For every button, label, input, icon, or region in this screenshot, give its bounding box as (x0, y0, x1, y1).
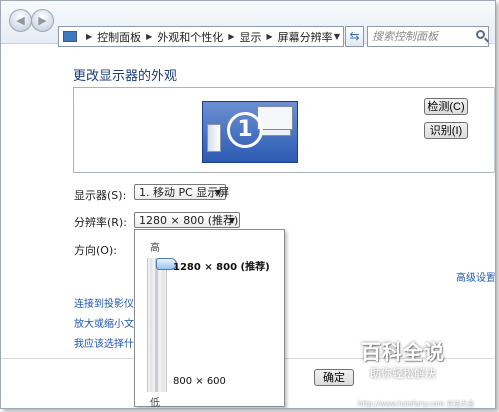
resolution-slider[interactable] (147, 258, 177, 392)
watermark-logo: 百科全说 助你轻松解决 (336, 336, 470, 381)
resolution-dropdown: 高 1280 × 800 (推荐) 800 × 600 低 (134, 229, 285, 409)
chevron-right-icon[interactable]: ▶ (146, 32, 152, 41)
display-select[interactable]: 1. 移动 PC 显示屏 ▼ (134, 184, 229, 200)
breadcrumb-control-panel[interactable]: 控制面板 (97, 29, 141, 45)
watermark-subtitle: 助你轻松解决 (370, 367, 436, 380)
monitor-preview: 1 检测(C) 识别(I) (73, 87, 495, 173)
chevron-right-icon[interactable]: ▶ (86, 32, 92, 41)
page-title: 更改显示器的外观 (73, 69, 178, 84)
watermark-url: http://www.hsiefany.com 方法大全 (358, 400, 475, 408)
address-toolbar: ◀ ▶ ▶ 控制面板 ▶ 外观和个性化 ▶ 显示 ▶ 屏幕分辨率 ▼ ⇆ (1, 1, 495, 47)
resolution-select-value: 1280 × 800 (推荐) (139, 214, 239, 227)
resolution-option-selected[interactable]: 1280 × 800 (推荐) (173, 258, 270, 273)
monitor-icon[interactable]: 1 (202, 101, 298, 163)
search-icon[interactable] (476, 30, 485, 39)
address-bar[interactable]: ▶ 控制面板 ▶ 外观和个性化 ▶ 显示 ▶ 屏幕分辨率 ▼ (58, 26, 344, 47)
resolution-select[interactable]: 1280 × 800 (推荐) ▼ (134, 212, 240, 228)
identify-button[interactable]: 识别(I) (424, 122, 468, 139)
detect-button[interactable]: 检测(C) (424, 98, 468, 115)
chevron-down-icon: ▼ (228, 216, 235, 225)
high-label: 高 (150, 243, 160, 254)
low-label: 低 (150, 398, 160, 409)
back-button[interactable]: ◀ (9, 9, 32, 32)
search-box[interactable] (367, 26, 489, 47)
breadcrumb-screen-resolution[interactable]: 屏幕分辨率 (278, 29, 333, 45)
resolution-option-lowest[interactable]: 800 × 600 (173, 376, 226, 387)
resolution-label: 分辨率(R): (74, 216, 127, 229)
breadcrumb-appearance[interactable]: 外观和个性化 (157, 29, 223, 45)
monitor-number-badge: 1 (227, 112, 263, 148)
edge-fade (491, 41, 495, 408)
breadcrumb: ▶ 控制面板 ▶ 外观和个性化 ▶ 显示 ▶ 屏幕分辨率 (59, 27, 333, 46)
search-input[interactable] (372, 27, 470, 46)
control-panel-icon (63, 31, 77, 42)
breadcrumb-display[interactable]: 显示 (239, 29, 261, 45)
refresh-button[interactable]: ⇆ (345, 26, 364, 47)
advanced-settings-link[interactable]: 高级设置 (456, 269, 495, 284)
computer-tower-icon (207, 124, 221, 152)
chevron-down-icon[interactable]: ▼ (334, 27, 340, 46)
chevron-down-icon: ▼ (214, 188, 221, 197)
chevron-right-icon[interactable]: ▶ (266, 32, 272, 41)
watermark-title: 百科全说 (361, 340, 445, 364)
projector-link[interactable]: 连接到投影仪 ( (74, 295, 141, 310)
forward-button[interactable]: ▶ (31, 9, 54, 32)
orientation-label: 方向(O): (74, 244, 117, 257)
display-label: 显示器(S): (74, 189, 127, 202)
chevron-right-icon[interactable]: ▶ (228, 32, 234, 41)
